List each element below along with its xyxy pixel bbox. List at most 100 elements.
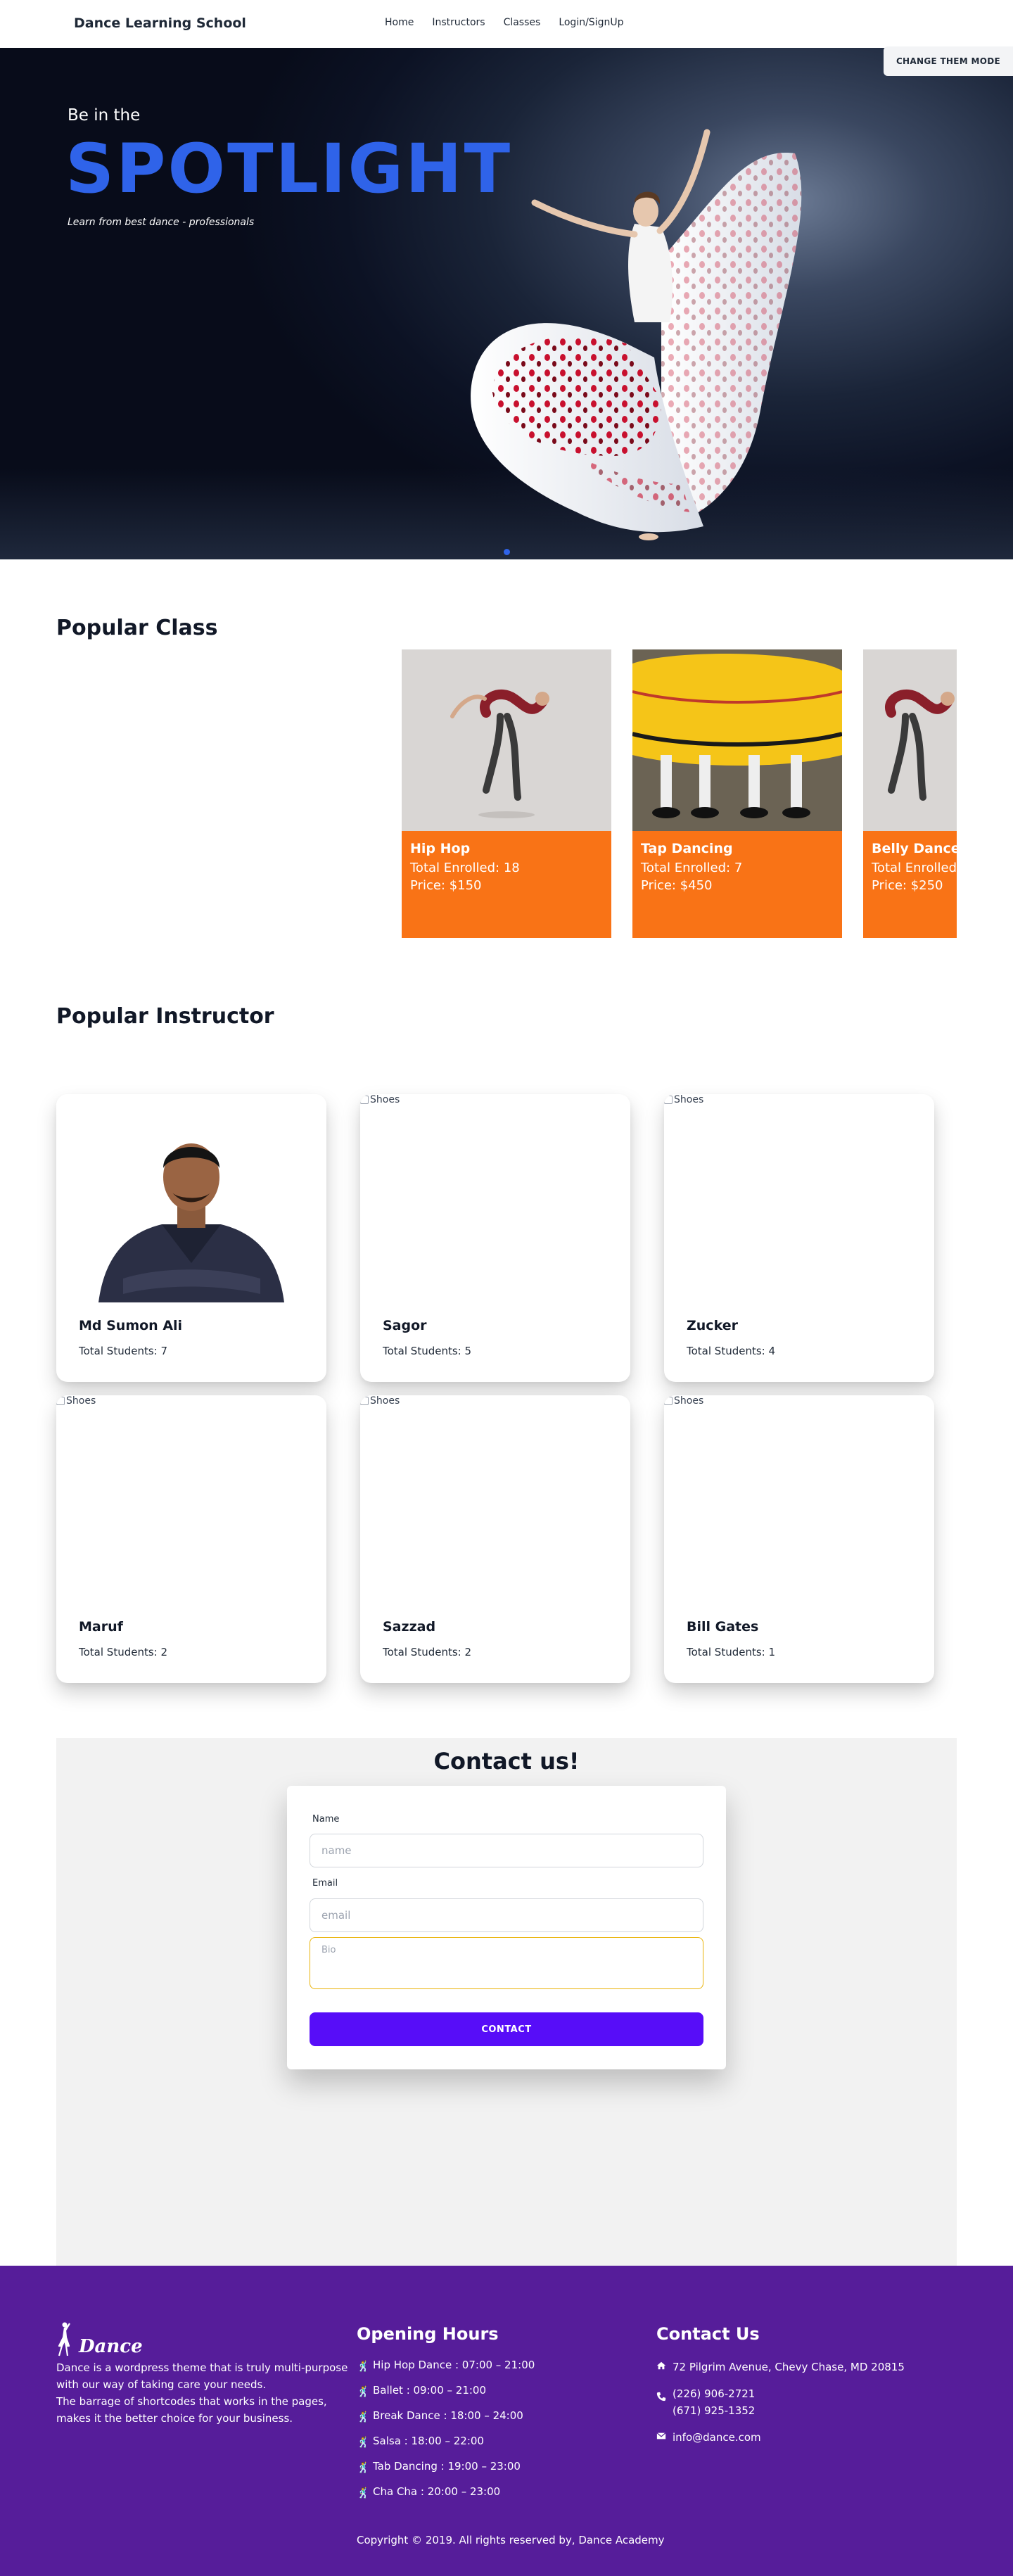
class-image (632, 649, 842, 831)
instructor-card[interactable]: Shoes Sagor Total Students: 5 (360, 1094, 630, 1382)
instructor-photo (56, 1094, 326, 1302)
instructor-photo: Shoes (664, 1395, 934, 1604)
hours-item: 🕺 Ballet : 09:00 – 21:00 (357, 2384, 487, 2398)
contact-us-title: Contact Us (656, 2324, 760, 2344)
broken-image: Shoes (360, 1395, 400, 1407)
dancer-icon: 🕺 (357, 2436, 370, 2449)
broken-image-icon (360, 1397, 369, 1405)
nav-home[interactable]: Home (385, 17, 414, 28)
instructor-card[interactable]: Shoes Sazzad Total Students: 2 (360, 1395, 630, 1683)
dancer-image (471, 129, 802, 540)
instructor-photo: Shoes (56, 1395, 326, 1604)
hero-banner: Be in the SPOTLIGHT Learn from best danc… (0, 48, 1013, 559)
instructor-students: Total Students: 5 (383, 1345, 472, 1357)
image-alt-text: Shoes (674, 1395, 704, 1407)
footer-contact-list: 72 Pilgrim Avenue, Chevy Chase, MD 20815… (656, 2359, 905, 2456)
address-item: 72 Pilgrim Avenue, Chevy Chase, MD 20815 (656, 2359, 905, 2375)
footer: Dance Dance is a wordpress theme that is… (0, 2266, 1013, 2576)
email-item[interactable]: info@dance.com (656, 2429, 905, 2446)
dancer-icon: 🕺 (357, 2461, 370, 2474)
class-info: Belly Dance Total Enrolled: 5 Price: $25… (863, 831, 957, 938)
hours-item: 🕺 Hip Hop Dance : 07:00 – 21:00 (357, 2359, 535, 2373)
class-card[interactable]: Hip Hop Total Enrolled: 18 Price: $150 (402, 649, 611, 938)
hours-item: 🕺 Salsa : 18:00 – 22:00 (357, 2435, 484, 2449)
class-image (402, 649, 611, 831)
name-label: Name (312, 1814, 340, 1825)
name-field[interactable] (310, 1834, 703, 1867)
popular-class-section: Popular Class Hip Hop Total Enrolled: 18… (0, 559, 1013, 989)
main-nav: Home Instructors Classes Login/SignUp (385, 17, 642, 28)
instructor-students: Total Students: 1 (687, 1646, 776, 1658)
popular-class-title: Popular Class (56, 616, 218, 640)
hours-item: 🕺 Tab Dancing : 19:00 – 23:00 (357, 2460, 521, 2474)
opening-hours-list: 🕺 Hip Hop Dance : 07:00 – 21:00 🕺 Ballet :… (357, 2359, 535, 2511)
phone-item: (226) 906-2721 (671) 925-1352 (656, 2385, 905, 2419)
instructor-photo: Shoes (360, 1094, 630, 1302)
hero-title: SPOTLIGHT (65, 129, 513, 208)
nav-instructors[interactable]: Instructors (432, 17, 485, 28)
image-alt-text: Shoes (370, 1094, 400, 1105)
footer-about: Dance is a wordpress theme that is truly… (56, 2361, 348, 2425)
hero-subtitle: Be in the (68, 106, 141, 125)
broken-image: Shoes (56, 1395, 96, 1407)
theme-toggle-button[interactable]: CHANGE THEM MODE (883, 46, 1013, 76)
hero-tagline: Learn from best dance - professionals (68, 217, 255, 228)
navbar: Dance Learning School Home Instructors C… (0, 0, 1013, 48)
email-field[interactable] (310, 1898, 703, 1932)
class-price: Price: $150 (410, 878, 482, 894)
contact-section: Contact us! Name Email CONTACT (56, 1738, 957, 2266)
home-icon (656, 2361, 666, 2370)
class-enrolled: Total Enrolled: 7 (641, 861, 743, 875)
footer-logo[interactable]: Dance (56, 2322, 143, 2357)
dancer-icon: 🕺 (357, 2487, 370, 2499)
nav-login-signup[interactable]: Login/SignUp (559, 17, 623, 28)
class-info: Hip Hop Total Enrolled: 18 Price: $150 (402, 831, 611, 938)
email-label: Email (312, 1878, 338, 1889)
instructor-photo: Shoes (360, 1395, 630, 1604)
class-enrolled: Total Enrolled: 18 (410, 861, 520, 875)
class-image (863, 649, 957, 831)
popular-instructor-section: Popular Instructor Md Sumon Ali Total St… (0, 989, 1013, 1738)
bio-field[interactable] (310, 1937, 703, 1989)
instructor-students: Total Students: 4 (687, 1345, 776, 1357)
popular-instructor-title: Popular Instructor (56, 1004, 274, 1029)
instructor-students: Total Students: 7 (79, 1345, 168, 1357)
class-name: Belly Dance (872, 841, 957, 856)
instructor-name: Zucker (687, 1318, 738, 1333)
dancer-logo-icon (58, 2322, 70, 2356)
broken-image-icon (56, 1397, 65, 1405)
class-carousel[interactable]: Hip Hop Total Enrolled: 18 Price: $150 T… (402, 649, 957, 938)
class-name: Tap Dancing (641, 841, 733, 856)
class-card[interactable]: Belly Dance Total Enrolled: 5 Price: $25… (863, 649, 957, 938)
instructor-name: Bill Gates (687, 1619, 759, 1635)
instructor-card[interactable]: Shoes Maruf Total Students: 2 (56, 1395, 326, 1683)
class-name: Hip Hop (410, 841, 471, 856)
opening-hours-title: Opening Hours (357, 2324, 499, 2344)
instructor-students: Total Students: 2 (383, 1646, 472, 1658)
instructor-card[interactable]: Shoes Zucker Total Students: 4 (664, 1094, 934, 1382)
carousel-dot[interactable] (504, 549, 510, 555)
broken-image: Shoes (360, 1094, 400, 1105)
instructor-name: Sagor (383, 1318, 427, 1333)
contact-submit-button[interactable]: CONTACT (310, 2012, 703, 2046)
broken-image-icon (664, 1096, 673, 1104)
instructor-students: Total Students: 2 (79, 1646, 168, 1658)
dancer-icon: 🕺 (357, 2360, 370, 2373)
copyright-text: Copyright © 2019. All rights reserved by… (357, 2534, 665, 2546)
instructor-card[interactable]: Shoes Bill Gates Total Students: 1 (664, 1395, 934, 1683)
instructor-card[interactable]: Md Sumon Ali Total Students: 7 (56, 1094, 326, 1382)
footer-logo-text: Dance (79, 2336, 143, 2357)
envelope-icon (656, 2432, 666, 2439)
class-card[interactable]: Tap Dancing Total Enrolled: 7 Price: $45… (632, 649, 842, 938)
broken-image: Shoes (664, 1094, 703, 1105)
hours-item: 🕺 Cha Cha : 20:00 – 23:00 (357, 2485, 501, 2499)
contact-form: Name Email CONTACT (287, 1786, 726, 2069)
instructor-photo: Shoes (664, 1094, 934, 1302)
nav-classes[interactable]: Classes (504, 17, 541, 28)
broken-image-icon (360, 1096, 369, 1104)
phone-icon (656, 2392, 666, 2401)
image-alt-text: Shoes (66, 1395, 96, 1407)
brand-logo[interactable]: Dance Learning School (74, 15, 246, 31)
instructor-name: Maruf (79, 1619, 123, 1635)
broken-image: Shoes (664, 1395, 703, 1407)
